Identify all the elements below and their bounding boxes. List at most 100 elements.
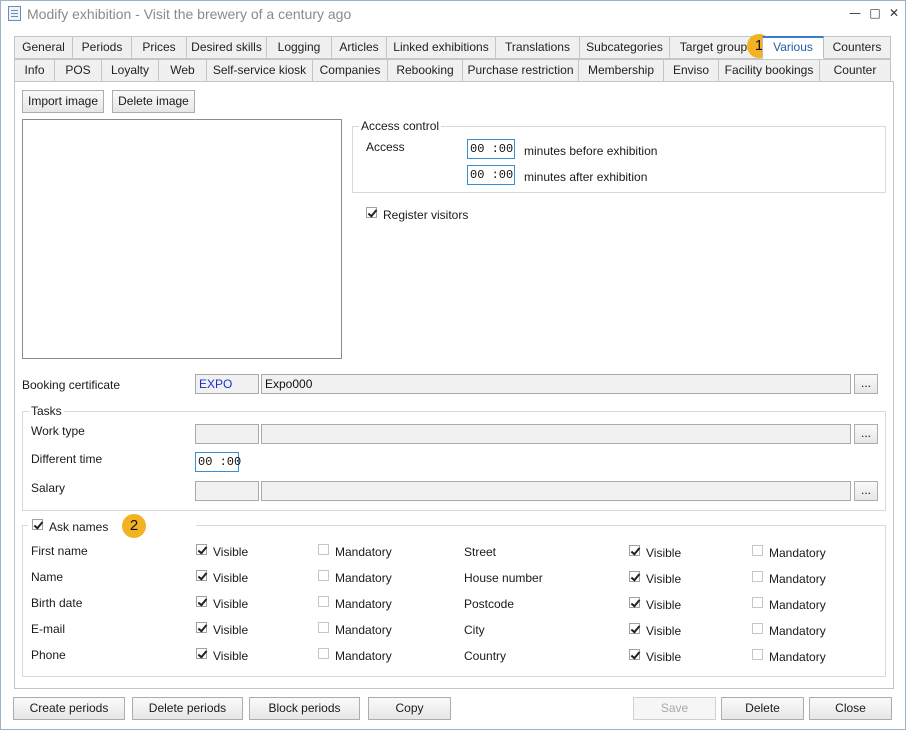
minutes-before-label: minutes before exhibition [524,144,658,158]
tab-subcategories[interactable]: Subcategories [579,36,670,59]
tab-rebooking[interactable]: Rebooking [387,59,463,82]
tab-periods[interactable]: Periods [72,36,132,59]
name-visible-label: Visible [213,571,249,585]
window-title: Modify exhibition - Visit the brewery of… [27,6,352,22]
phone-visible-checkbox[interactable] [196,648,207,659]
maximize-icon[interactable]: □ [866,4,884,22]
city-visible-checkbox[interactable] [629,623,640,634]
country-visible-label: Visible [646,650,682,664]
access-control-title: Access control [359,119,442,133]
tab-articles[interactable]: Articles [331,36,387,59]
work-type-label: Work type [31,424,85,438]
country-mandatory-checkbox[interactable] [752,649,763,660]
birth-date-visible-checkbox[interactable] [196,596,207,607]
tab-loyalty[interactable]: Loyalty [101,59,159,82]
house-number-mandatory-label: Mandatory [769,572,826,586]
save-button[interactable]: Save [633,697,716,720]
delete-periods-button[interactable]: Delete periods [132,697,243,720]
tab-pos[interactable]: POS [54,59,102,82]
tab-prices[interactable]: Prices [131,36,187,59]
salary-name-field[interactable] [261,481,851,501]
first-name-visible-label: Visible [213,545,249,559]
salary-label: Salary [31,481,66,495]
tab-desired-skills[interactable]: Desired skills [186,36,267,59]
close-icon[interactable]: ✕ [885,4,903,22]
city-mandatory-checkbox[interactable] [752,623,763,634]
title-bar: Modify exhibition - Visit the brewery of… [1,1,905,27]
work-type-code-field[interactable] [195,424,259,444]
close-button[interactable]: Close [809,697,892,720]
booking-certificate-browse-button[interactable]: ... [854,374,878,394]
delete-button[interactable]: Delete [721,697,804,720]
image-preview [22,119,342,359]
birth-date-visible-label: Visible [213,597,249,611]
name-mandatory-checkbox[interactable] [318,570,329,581]
minutes-after-input[interactable]: 00 :00 [467,165,515,185]
city-mandatory-label: Mandatory [769,624,826,638]
ask-names-checkbox[interactable] [32,519,43,530]
phone-label: Phone [31,648,66,662]
tab-purchase-restriction[interactable]: Purchase restriction [462,59,579,82]
tab-counter[interactable]: Counter [819,59,891,82]
modify-exhibition-window: Modify exhibition - Visit the brewery of… [0,0,906,730]
birth-date-mandatory-label: Mandatory [335,597,392,611]
house-number-visible-checkbox[interactable] [629,571,640,582]
first-name-mandatory-label: Mandatory [335,545,392,559]
postcode-visible-checkbox[interactable] [629,597,640,608]
different-time-label: Different time [31,452,103,466]
email-mandatory-label: Mandatory [335,623,392,637]
phone-visible-label: Visible [213,649,249,663]
register-visitors-checkbox[interactable] [366,207,377,218]
tab-translations[interactable]: Translations [495,36,580,59]
booking-certificate-name-field[interactable]: Expo000 [261,374,851,394]
tab-counters[interactable]: Counters [823,36,891,59]
tab-facility-bookings[interactable]: Facility bookings [718,59,820,82]
street-mandatory-checkbox[interactable] [752,545,763,556]
ask-names-label: Ask names [49,520,109,534]
phone-mandatory-checkbox[interactable] [318,648,329,659]
tab-enviso[interactable]: Enviso [663,59,719,82]
access-label: Access [366,140,405,154]
import-image-button[interactable]: Import image [22,90,104,113]
tab-companies[interactable]: Companies [312,59,388,82]
tab-various[interactable]: Various [762,36,824,59]
email-label: E-mail [31,622,66,636]
city-visible-label: Visible [646,624,682,638]
house-number-label: House number [464,571,543,585]
house-number-mandatory-checkbox[interactable] [752,571,763,582]
email-visible-label: Visible [213,623,249,637]
minutes-before-input[interactable]: 00 :00 [467,139,515,159]
postcode-visible-label: Visible [646,598,682,612]
email-visible-checkbox[interactable] [196,622,207,633]
salary-code-field[interactable] [195,481,259,501]
tab-linked-exhibitions[interactable]: Linked exhibitions [386,36,496,59]
tab-logging[interactable]: Logging [266,36,332,59]
email-mandatory-checkbox[interactable] [318,622,329,633]
tab-self-service-kiosk[interactable]: Self-service kiosk [206,59,313,82]
create-periods-button[interactable]: Create periods [13,697,125,720]
first-name-mandatory-checkbox[interactable] [318,544,329,555]
callout-badge-2: 2 [122,514,146,538]
postcode-label: Postcode [464,597,515,611]
block-periods-button[interactable]: Block periods [249,697,360,720]
delete-image-button[interactable]: Delete image [112,90,195,113]
salary-browse-button[interactable]: ... [854,481,878,501]
minimize-icon[interactable]: — [846,4,864,22]
city-label: City [464,623,485,637]
tab-membership[interactable]: Membership [578,59,664,82]
birth-date-mandatory-checkbox[interactable] [318,596,329,607]
work-type-browse-button[interactable]: ... [854,424,878,444]
name-visible-checkbox[interactable] [196,570,207,581]
copy-button[interactable]: Copy [368,697,451,720]
street-visible-checkbox[interactable] [629,545,640,556]
country-visible-checkbox[interactable] [629,649,640,660]
tab-general[interactable]: General [14,36,73,59]
tab-info[interactable]: Info [14,59,55,82]
street-mandatory-label: Mandatory [769,546,826,560]
tab-web[interactable]: Web [158,59,207,82]
first-name-visible-checkbox[interactable] [196,544,207,555]
postcode-mandatory-checkbox[interactable] [752,597,763,608]
different-time-input[interactable]: 00 :00 [195,452,241,472]
booking-certificate-code-field[interactable]: EXPO [195,374,259,394]
work-type-name-field[interactable] [261,424,851,444]
